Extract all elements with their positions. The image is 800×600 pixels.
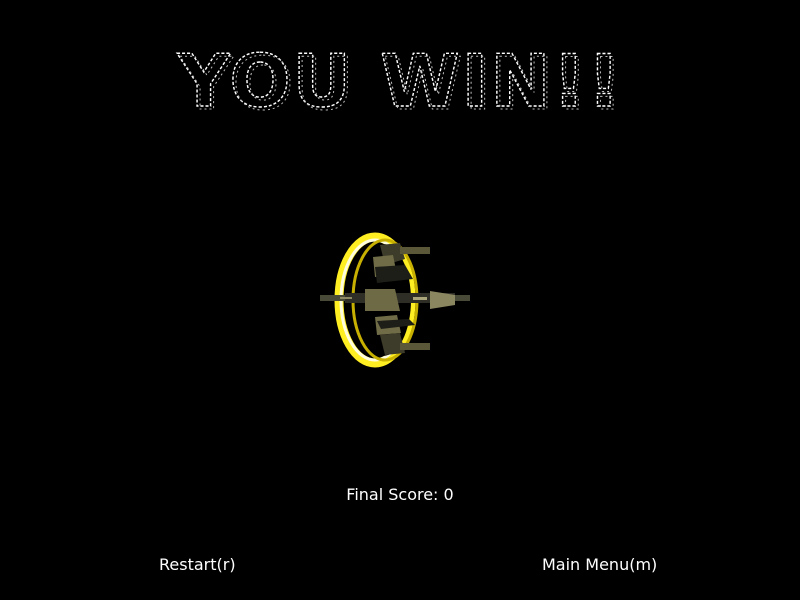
- restart-option[interactable]: Restart(r): [159, 555, 236, 575]
- main-menu-option[interactable]: Main Menu(m): [542, 555, 657, 575]
- win-title-text-depth: YOU WIN!!: [180, 44, 625, 114]
- spaceship-icon: [320, 232, 470, 368]
- final-score-text: Final Score: 0: [346, 485, 454, 504]
- win-title: YOU WIN!! YOU WIN!!: [176, 44, 625, 114]
- game-screen: YOU WIN!! YOU WIN!! Final Score: 0 Resta…: [0, 0, 800, 600]
